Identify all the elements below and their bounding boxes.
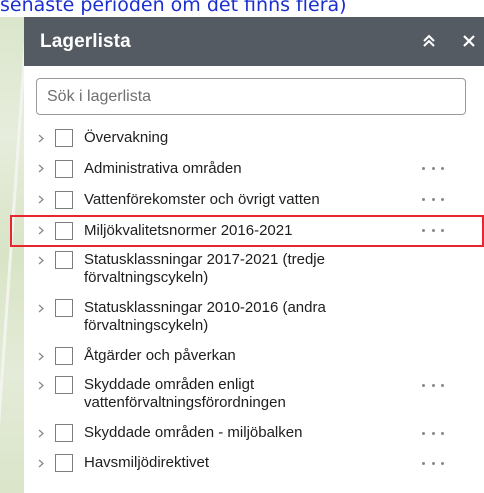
layer-options-button[interactable] xyxy=(422,164,444,174)
panel-header: Lagerlista xyxy=(24,17,484,66)
expand-button[interactable] xyxy=(37,225,45,237)
caret-right-icon xyxy=(38,226,44,235)
layer-checkbox[interactable] xyxy=(55,251,73,269)
dot xyxy=(441,167,444,170)
layer-label: Skyddade områden enligt vattenförvaltnin… xyxy=(84,376,286,411)
layer-checkbox[interactable] xyxy=(55,299,73,317)
dot xyxy=(431,383,435,387)
double-chevron-up-icon xyxy=(423,34,435,47)
layer-checkbox[interactable] xyxy=(55,129,73,147)
close-icon xyxy=(463,35,475,47)
dot xyxy=(431,167,435,170)
dot xyxy=(422,198,425,201)
caret-right-icon xyxy=(38,304,44,312)
layer-label: Miljökvalitetsnormer 2016-2021 xyxy=(84,221,293,239)
layer-label: Havsmiljödirektivet xyxy=(84,454,210,471)
layer-label: Åtgärder och påverkan xyxy=(84,347,236,364)
layer-row[interactable]: Skyddade områden - miljöbalken xyxy=(24,418,484,448)
collapse-button[interactable] xyxy=(417,29,441,53)
caret-right-icon xyxy=(38,459,44,467)
layer-options-button[interactable] xyxy=(422,428,444,438)
expand-button[interactable] xyxy=(37,254,45,266)
caret-right-icon xyxy=(38,381,44,389)
expand-button[interactable] xyxy=(37,427,45,439)
dot xyxy=(422,461,425,465)
expand-button[interactable] xyxy=(37,350,45,362)
layer-label: Övervakning xyxy=(84,129,169,146)
layer-checkbox[interactable] xyxy=(55,190,73,209)
expand-button[interactable] xyxy=(37,302,45,314)
expand-button[interactable] xyxy=(37,132,45,144)
dot xyxy=(441,383,444,387)
layer-search-input[interactable] xyxy=(36,78,466,115)
layer-row[interactable]: Statusklassningar 2017-2021 (tredje förv… xyxy=(24,246,484,294)
dot xyxy=(422,229,425,232)
layer-label: Statusklassningar 2017-2021 (tredje förv… xyxy=(84,251,325,286)
layer-options-button[interactable] xyxy=(422,458,444,468)
dot xyxy=(431,461,435,465)
panel-title: Lagerlista xyxy=(40,30,131,52)
expand-button[interactable] xyxy=(37,379,45,391)
layer-checkbox[interactable] xyxy=(55,424,73,442)
dot xyxy=(431,431,435,435)
layer-checkbox[interactable] xyxy=(55,454,73,472)
caret-right-icon xyxy=(38,429,44,437)
layer-row[interactable]: Åtgärder och påverkan xyxy=(24,341,484,371)
layer-row[interactable]: Havsmiljödirektivet xyxy=(24,448,484,478)
layer-options-button[interactable] xyxy=(422,226,444,236)
layer-options-button[interactable] xyxy=(422,380,444,390)
layer-checkbox[interactable] xyxy=(55,347,73,365)
layer-options-button[interactable] xyxy=(422,195,444,205)
dot xyxy=(431,229,435,232)
layer-row[interactable]: Statusklassningar 2010-2016 (andra förva… xyxy=(24,294,484,341)
dot xyxy=(441,229,444,232)
layer-label: Vattenförekomster och övrigt vatten xyxy=(84,190,320,208)
map-background[interactable] xyxy=(0,17,24,493)
dot xyxy=(431,198,435,201)
expand-button[interactable] xyxy=(37,194,45,206)
caret-right-icon xyxy=(38,164,44,173)
caret-right-icon xyxy=(38,352,44,360)
layer-row[interactable]: Övervakning xyxy=(24,123,484,153)
layer-label: Skyddade områden - miljöbalken xyxy=(84,424,303,441)
close-button[interactable] xyxy=(457,29,481,53)
layer-checkbox[interactable] xyxy=(55,376,73,394)
layer-row[interactable]: Miljökvalitetsnormer 2016-2021 xyxy=(24,215,484,246)
layer-row[interactable]: Administrativa områden xyxy=(24,153,484,184)
dot xyxy=(441,461,444,465)
layer-checkbox[interactable] xyxy=(55,159,73,178)
layer-label: Administrativa områden xyxy=(84,159,242,177)
layer-checkbox[interactable] xyxy=(55,221,73,240)
caret-right-icon xyxy=(38,134,44,142)
page-caption: senaste perioden om det finns flera) xyxy=(0,0,484,17)
dot xyxy=(441,431,444,435)
caret-right-icon xyxy=(38,256,44,264)
layer-row[interactable]: Vattenförekomster och övrigt vatten xyxy=(24,184,484,215)
dot xyxy=(441,198,444,201)
expand-button[interactable] xyxy=(37,163,45,175)
caret-right-icon xyxy=(38,195,44,204)
layer-row[interactable]: Skyddade områden enligt vattenförvaltnin… xyxy=(24,371,484,418)
dot xyxy=(422,167,425,170)
dot xyxy=(422,383,425,387)
dot xyxy=(422,431,425,435)
layer-label: Statusklassningar 2010-2016 (andra förva… xyxy=(84,299,326,334)
layer-list-panel: Lagerlista Övervakning Administrativa omr… xyxy=(24,17,484,493)
expand-button[interactable] xyxy=(37,457,45,469)
